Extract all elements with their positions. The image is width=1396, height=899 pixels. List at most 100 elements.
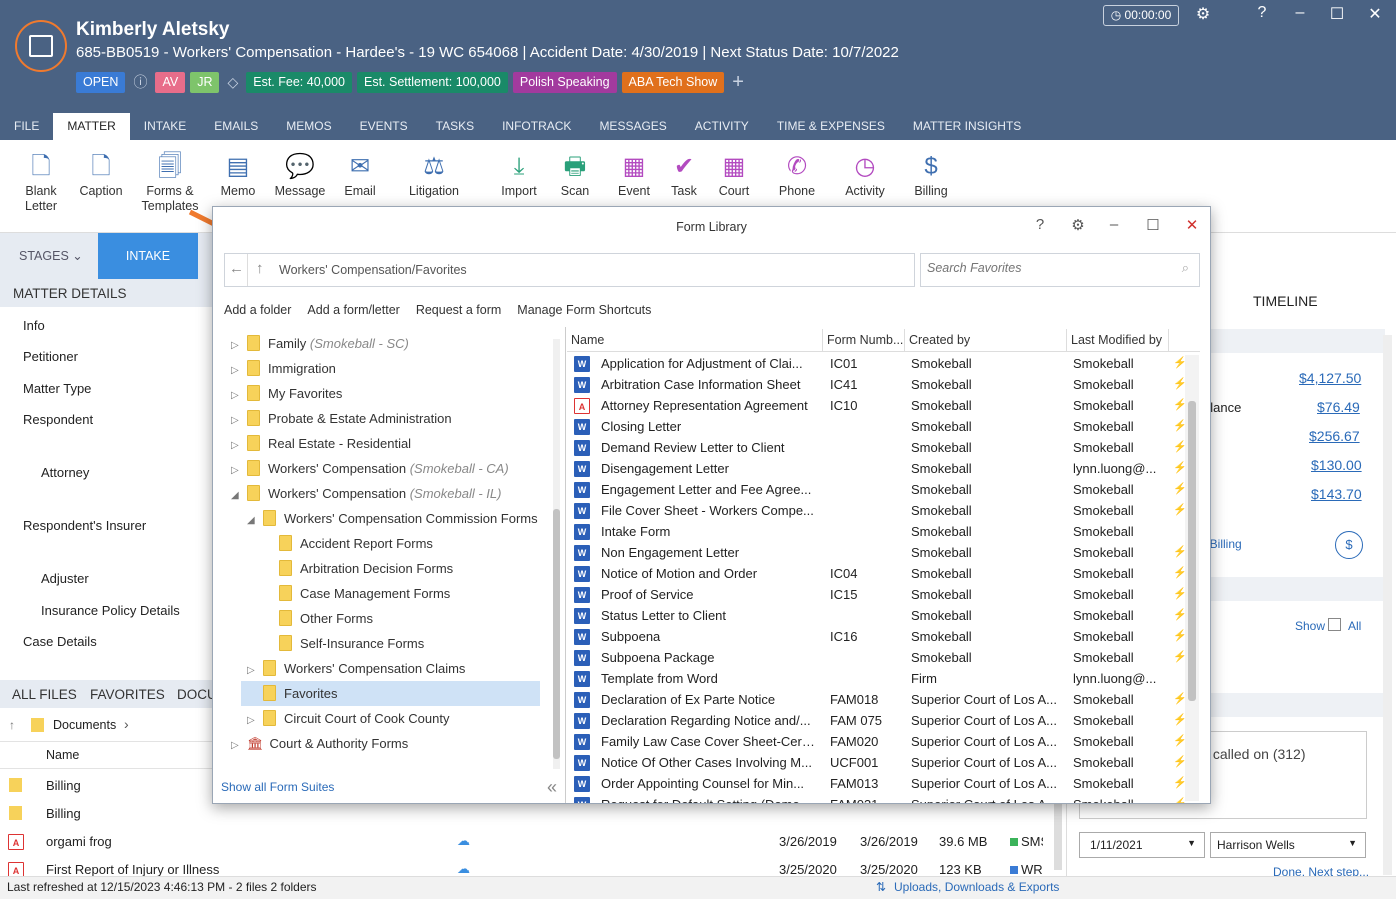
timeline-tab[interactable]: TIMELINE [1253,293,1318,309]
tree-item[interactable]: ▷ Circuit Court of Cook County [247,706,449,731]
table-row[interactable]: W Notice Of Other Cases Involving M... UCF… [567,752,1187,773]
minimize-icon[interactable]: – [1290,4,1310,22]
add-tag-icon[interactable]: + [729,71,747,94]
tag-badge[interactable]: Est. Settlement: 100,000 [356,71,508,93]
dollar-icon[interactable]: $ [1335,531,1363,559]
breadcrumb[interactable]: Documents [53,718,116,732]
scrollbar[interactable] [1383,335,1392,875]
table-row[interactable]: W Template from Word Firm lynn.luong@... [567,668,1187,689]
gear-icon[interactable]: ⚙ [1068,216,1088,234]
tab-matter-insights[interactable]: MATTER INSIGHTS [899,113,1035,140]
table-row[interactable]: W Status Letter to Client Smokeball Smokeba… [567,605,1187,626]
add-form-link[interactable]: Add a form/letter [307,303,399,317]
scroll-thumb[interactable] [1188,401,1196,701]
tab-time-expenses[interactable]: TIME & EXPENSES [763,113,899,140]
column-header[interactable]: Created by [905,329,1067,351]
amount-link[interactable]: $4,127.50 [1299,370,1361,386]
tree-item[interactable]: ▷ My Favorites [231,381,342,406]
minimize-icon[interactable]: – [1104,216,1124,233]
request-form-link[interactable]: Request a form [416,303,501,317]
blank-letter-button[interactable]: 🗋 Blank Letter [18,150,64,214]
table-row[interactable]: W Notice of Motion and Order IC04 Smokeball… [567,563,1187,584]
help-icon[interactable]: ? [1030,216,1050,233]
back-icon[interactable]: ← [229,260,244,277]
add-folder-link[interactable]: Add a folder [224,303,291,317]
column-header[interactable]: Name [567,329,823,351]
phone-button[interactable]: ✆ Phone [772,150,822,199]
collapse-icon[interactable]: ◢ [247,508,263,533]
info-icon[interactable]: ⓘ [130,72,150,92]
tab-all-files[interactable]: ALL FILES [12,687,77,702]
table-row[interactable]: W Declaration Regarding Notice and/... FAM… [567,710,1187,731]
date-select[interactable]: 1/11/2021 ▼ [1079,832,1205,858]
tag-badge[interactable]: Est. Fee: 40,000 [246,71,352,93]
tree-item[interactable]: Case Management Forms [263,581,450,606]
table-row[interactable]: W Non Engagement Letter Smokeball Smokeball… [567,542,1187,563]
expand-icon[interactable]: ▷ [231,383,247,408]
scrollbar[interactable] [553,339,560,769]
tab-messages[interactable]: MESSAGES [585,113,680,140]
file-row[interactable]: Billing [0,800,1052,828]
help-icon[interactable]: ? [1252,4,1272,22]
search-input[interactable] [927,261,1167,275]
litigation-button[interactable]: ⚖ Litigation [402,150,466,199]
amount-link[interactable]: $76.49 [1317,399,1360,415]
tree-item[interactable]: Self-Insurance Forms [263,631,424,656]
show-all-checkbox[interactable] [1328,618,1341,631]
detail-label[interactable]: Petitioner [23,349,78,364]
tree-item[interactable]: Arbitration Decision Forms [263,556,453,581]
tab-matter[interactable]: MATTER [53,113,130,140]
tag-badge[interactable]: Polish Speaking [512,71,617,93]
table-row[interactable]: W Family Law Case Cover Sheet-Certif... FA… [567,731,1187,752]
search-box[interactable]: ⌕ [920,253,1200,287]
scan-button[interactable]: 🖶 Scan [555,150,595,199]
expand-icon[interactable]: ▷ [231,358,247,383]
up-icon[interactable]: ↑ [256,260,264,277]
up-arrow-icon[interactable]: ↑ [9,718,15,732]
tree-item[interactable]: ▷ Family (Smokeball - SC) [231,331,409,356]
table-row[interactable]: W Engagement Letter and Fee Agree... Smoke… [567,479,1187,500]
table-row[interactable]: W File Cover Sheet - Workers Compe... Smok… [567,500,1187,521]
amount-link[interactable]: $143.70 [1311,486,1362,502]
column-name[interactable]: Name [46,748,79,762]
table-row[interactable]: W Closing Letter Smokeball Smokeball ⚡ [567,416,1187,437]
tab-favorites[interactable]: FAVORITES [90,687,165,702]
show-all-suites-link[interactable]: Show all Form Suites [221,780,334,794]
column-header[interactable]: Form Numb... [823,329,905,351]
tree-item-selected[interactable]: Favorites [241,681,540,706]
tree-item[interactable]: ◢ Workers' Compensation Commission Forms [247,506,538,531]
table-row[interactable]: W Request for Default Setting (Dome... FAM… [567,794,1187,803]
status-badge[interactable]: OPEN [76,71,126,93]
scroll-thumb[interactable] [553,509,560,759]
billing-button[interactable]: $ Billing [908,150,954,199]
column-header[interactable]: Last Modified by [1067,329,1169,351]
tree-item[interactable]: ◢ Workers' Compensation (Smokeball - IL) [231,481,501,506]
table-row[interactable]: W Subpoena Package Smokeball Smokeball ⚡ [567,647,1187,668]
manage-shortcuts-link[interactable]: Manage Form Shortcuts [517,303,651,317]
table-row[interactable]: W Intake Form Smokeball Smokeball [567,521,1187,542]
close-icon[interactable]: ✕ [1182,216,1202,234]
tree-item[interactable]: ▷ Workers' Compensation (Smokeball - CA) [231,456,509,481]
caption-button[interactable]: 🗋 Caption [76,150,126,199]
memo-button[interactable]: ▤ Memo [216,150,260,199]
table-row[interactable]: W Application for Adjustment of Clai... IC… [567,353,1187,374]
divider[interactable] [565,327,566,803]
tree-item[interactable]: ▷ Real Estate - Residential [231,431,411,456]
tab-documents[interactable]: DOCU [177,687,217,702]
tab-emails[interactable]: EMAILS [200,113,272,140]
timer-button[interactable]: ◷ 00:00:00 [1103,5,1179,26]
tab-events[interactable]: EVENTS [346,113,422,140]
activity-button[interactable]: ◷ Activity [838,150,892,199]
import-button[interactable]: ⤓ Import [494,150,544,199]
stages-dropdown[interactable]: STAGES ⌄ [19,248,83,263]
tab-intake[interactable]: INTAKE [130,113,200,140]
message-button[interactable]: 💬 Message [272,150,328,199]
person-select[interactable]: Harrison Wells ▼ [1210,832,1366,858]
tab-tasks[interactable]: TASKS [422,113,488,140]
table-row[interactable]: W Declaration of Ex Parte Notice FAM018 Sup… [567,689,1187,710]
stage-intake[interactable]: INTAKE [98,233,198,279]
tree-item[interactable]: ▷ Workers' Compensation Claims [247,656,465,681]
tree-item[interactable]: ▷ Probate & Estate Administration [231,406,452,431]
expand-icon[interactable]: ▷ [231,458,247,483]
expand-icon[interactable]: ▷ [231,433,247,458]
